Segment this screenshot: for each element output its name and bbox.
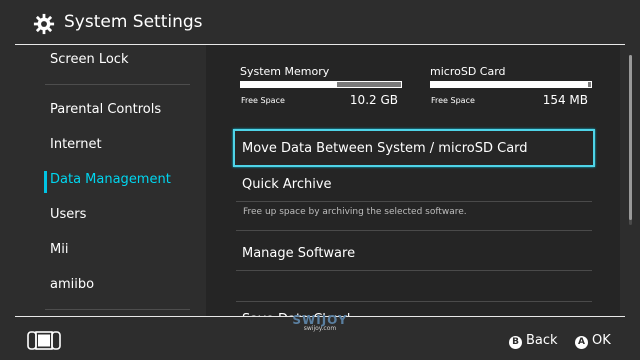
sidebar-item-parental-controls[interactable]: Parental Controls xyxy=(50,102,161,117)
microsd-card-bar-used xyxy=(587,82,591,87)
sidebar-item-data-management[interactable]: Data Management xyxy=(50,172,171,187)
a-button-icon[interactable]: A xyxy=(575,336,588,349)
sidebar-divider xyxy=(45,84,190,85)
sidebar-item-users[interactable]: Users xyxy=(50,207,86,222)
sidebar-item-amiibo[interactable]: amiibo xyxy=(50,277,94,292)
microsd-card-bar xyxy=(430,81,592,88)
quick-archive-button[interactable]: Quick Archive xyxy=(242,177,332,192)
b-button-icon[interactable]: B xyxy=(509,336,522,349)
microsd-card-label: microSD Card xyxy=(430,65,506,78)
console-icon xyxy=(27,331,61,350)
move-data-label: Move Data Between System / microSD Card xyxy=(242,141,528,156)
scrollbar-thumb[interactable] xyxy=(629,55,632,220)
microsd-free-space-value: 154 MB xyxy=(542,93,588,107)
menu-divider xyxy=(236,201,592,202)
sidebar-divider xyxy=(45,309,190,310)
sidebar-item-screen-lock[interactable]: Screen Lock xyxy=(50,52,128,67)
menu-divider xyxy=(236,301,592,302)
manage-software-button[interactable]: Manage Software xyxy=(242,246,355,261)
watermark: SWIJOY swijoy.com xyxy=(290,313,350,332)
system-free-space-label: Free Space xyxy=(241,96,285,105)
system-memory-label: System Memory xyxy=(240,65,330,78)
ok-button[interactable]: OK xyxy=(592,333,611,348)
header: System Settings xyxy=(0,0,640,46)
back-button[interactable]: Back xyxy=(526,333,558,348)
sidebar-item-mii[interactable]: Mii xyxy=(50,242,68,257)
active-indicator xyxy=(44,171,47,193)
system-free-space-value: 10.2 GB xyxy=(349,93,398,107)
menu-divider xyxy=(236,270,592,271)
system-memory-bar-used xyxy=(337,82,401,87)
menu-divider xyxy=(236,230,592,231)
system-memory-bar xyxy=(240,81,402,88)
sidebar-item-internet[interactable]: Internet xyxy=(50,137,102,152)
microsd-free-space-label: Free Space xyxy=(431,96,475,105)
quick-archive-description: Free up space by archiving the selected … xyxy=(243,207,467,217)
gear-icon xyxy=(33,13,55,35)
page-title: System Settings xyxy=(64,12,203,32)
